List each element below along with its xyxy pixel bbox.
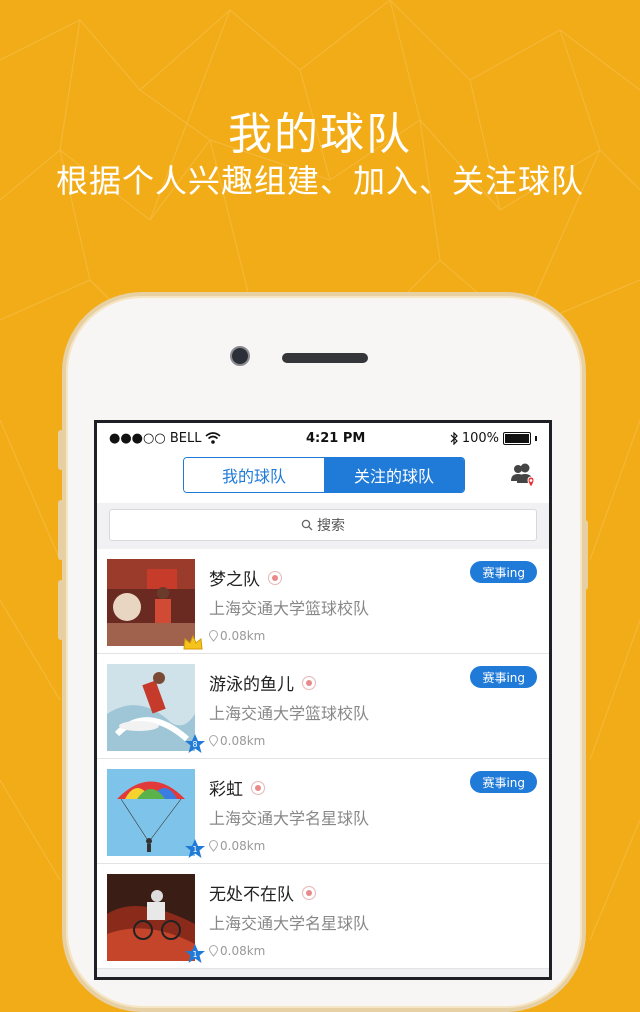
segment-control: 我的球队 关注的球队 [183, 457, 465, 493]
team-photo [107, 874, 195, 961]
camera-icon [230, 346, 250, 366]
location-pin-icon [209, 945, 218, 957]
level-star-icon: 1 [185, 944, 205, 963]
battery-percent: 100% [461, 430, 499, 446]
tab-followed-teams[interactable]: 关注的球队 [324, 458, 464, 492]
match-status-badge[interactable]: 赛事ing [470, 561, 537, 583]
team-school: 上海交通大学名星球队 [209, 809, 370, 828]
team-photo [107, 664, 195, 751]
distance-text: 0.08km [220, 734, 266, 748]
team-list: 梦之队 上海交通大学篮球校队 0.08km 赛事ing 8 游泳的鱼儿 上海交通… [97, 549, 549, 969]
app-screen: ●●●○○ BELL 4:21 PM 100% 我的球队 关注的球队 搜索 梦之… [94, 420, 552, 980]
team-distance: 0.08km [209, 734, 265, 748]
team-row[interactable]: 梦之队 上海交通大学篮球校队 0.08km 赛事ing [97, 549, 549, 654]
level-number: 8 [192, 740, 197, 749]
level-star-icon: 1 [185, 839, 205, 858]
status-left: ●●●○○ BELL [109, 431, 221, 446]
level-number: 1 [192, 950, 197, 959]
search-container: 搜索 [97, 503, 549, 547]
phone-side-button [58, 500, 64, 560]
team-photo [107, 769, 195, 856]
level-number: 1 [192, 845, 197, 854]
team-distance: 0.08km [209, 629, 265, 643]
search-icon [301, 519, 313, 531]
status-right: 100% [450, 431, 537, 446]
team-row[interactable]: 1 无处不在队 上海交通大学名星球队 0.08km [97, 864, 549, 969]
team-school: 上海交通大学篮球校队 [209, 599, 370, 618]
team-name: 无处不在队 [209, 880, 316, 905]
promo-subtitle: 根据个人兴趣组建、加入、关注球队 [55, 162, 584, 200]
phone-side-button [582, 520, 588, 590]
team-name-text: 彩虹 [209, 780, 243, 800]
team-row[interactable]: 1 彩虹 上海交通大学名星球队 0.08km 赛事ing [97, 759, 549, 864]
search-placeholder: 搜索 [317, 518, 345, 534]
location-pin-icon [209, 840, 218, 852]
clock: 4:21 PM [305, 430, 366, 446]
team-row[interactable]: 8 游泳的鱼儿 上海交通大学篮球校队 0.08km 赛事ing [97, 654, 549, 759]
team-distance: 0.08km [209, 839, 265, 853]
team-name: 游泳的鱼儿 [209, 670, 316, 695]
team-emblem-icon [268, 570, 282, 585]
level-star-icon: 8 [185, 734, 205, 753]
search-input[interactable]: 搜索 [109, 509, 537, 541]
carrier-label: ●●●○○ BELL [109, 430, 202, 446]
team-location-icon[interactable] [509, 461, 537, 489]
team-name-text: 梦之队 [209, 570, 260, 590]
team-school: 上海交通大学名星球队 [209, 914, 370, 933]
header: 我的球队 关注的球队 [97, 453, 549, 503]
distance-text: 0.08km [220, 944, 266, 958]
distance-text: 0.08km [220, 839, 266, 853]
location-pin-icon [209, 735, 218, 747]
team-school: 上海交通大学篮球校队 [209, 704, 370, 723]
team-name: 梦之队 [209, 565, 282, 590]
speaker-grille [282, 353, 368, 363]
battery-icon [503, 431, 531, 445]
match-status-badge[interactable]: 赛事ing [470, 666, 537, 688]
team-name-text: 无处不在队 [209, 885, 294, 905]
status-bar: ●●●○○ BELL 4:21 PM 100% [97, 423, 549, 453]
team-name: 彩虹 [209, 775, 265, 800]
team-emblem-icon [302, 675, 316, 690]
team-distance: 0.08km [209, 944, 265, 958]
tab-my-teams[interactable]: 我的球队 [184, 458, 324, 492]
team-name-text: 游泳的鱼儿 [209, 675, 294, 695]
bluetooth-icon [450, 431, 458, 445]
location-pin-icon [209, 630, 218, 642]
promo-title: 我的球队 [228, 109, 412, 160]
crown-icon [183, 634, 203, 650]
phone-side-button [58, 580, 64, 640]
team-emblem-icon [251, 780, 265, 795]
phone-side-button [58, 430, 64, 470]
distance-text: 0.08km [220, 629, 266, 643]
team-emblem-icon [302, 885, 316, 900]
battery-nub [535, 435, 537, 441]
match-status-badge[interactable]: 赛事ing [470, 771, 537, 793]
wifi-icon [205, 432, 221, 444]
